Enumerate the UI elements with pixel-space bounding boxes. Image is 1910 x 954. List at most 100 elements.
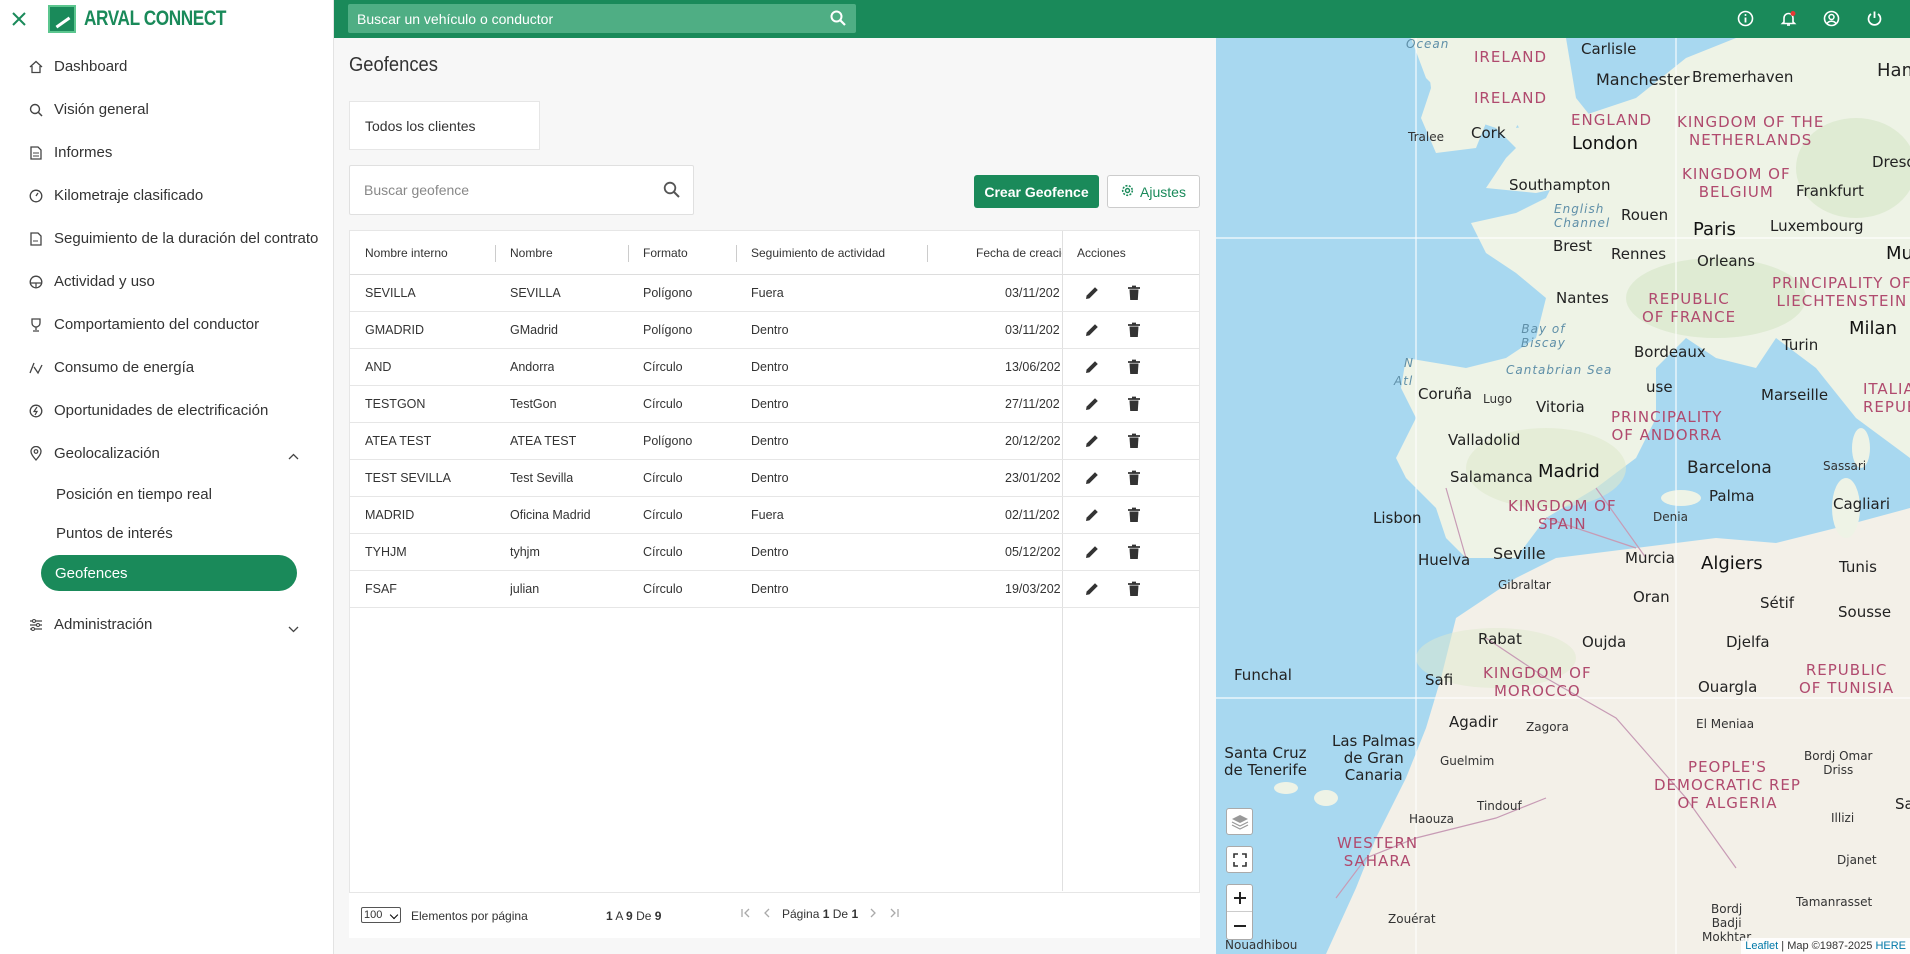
cell-name: Andorra [510,360,555,374]
settings-button[interactable]: Ajustes [1107,175,1200,208]
cell-date: 27/11/202 [1005,397,1060,411]
fullscreen-icon[interactable] [1226,846,1253,873]
edit-icon[interactable] [1083,321,1101,339]
delete-icon[interactable] [1125,395,1143,413]
delete-icon[interactable] [1125,321,1143,339]
column-divider[interactable] [736,245,737,262]
table-row[interactable]: SEVILLA SEVILLA Polígono Fuera 03/11/202 [350,275,1199,312]
table-row[interactable]: FSAF julian Círculo Dentro 19/03/202 [350,571,1199,608]
cell-name: julian [510,582,540,596]
settings-label: Ajustes [1140,183,1186,200]
power-icon[interactable] [1864,8,1884,28]
column-divider[interactable] [628,245,629,262]
map-label: Frankfurt [1796,182,1864,200]
column-header-internal-name[interactable]: Nombre interno [365,231,448,275]
submenu-item-poi[interactable]: Puntos de interés [0,514,333,553]
map-label: PRINCIPALITY OF LIECHTENSTEIN [1772,274,1910,310]
map-label: Las Palmas de Gran Canaria [1332,732,1416,784]
prev-page-icon[interactable] [763,907,770,921]
map-label: Guelmim [1440,754,1495,768]
sidebar-item-behaviour[interactable]: Comportamiento del conductor [0,303,333,346]
map-label: Carlisle [1581,40,1637,58]
map-label: Dresde [1872,153,1910,171]
edit-icon[interactable] [1083,506,1101,524]
sidebar-item-mileage[interactable]: Kilometraje clasificado [0,174,333,217]
info-icon[interactable] [1735,8,1755,28]
leaflet-link[interactable]: Leaflet [1745,940,1778,952]
search-icon[interactable] [663,181,680,201]
map-label: Gibraltar [1498,578,1551,592]
edit-icon[interactable] [1083,469,1101,487]
delete-icon[interactable] [1125,543,1143,561]
zoom-out-icon[interactable] [1233,912,1246,939]
cell-internal-name: TESTGON [365,397,426,411]
map-label: Sa [1895,795,1910,813]
submenu-item-realtime[interactable]: Posición en tiempo real [0,475,333,514]
zoom-in-icon[interactable] [1227,885,1252,912]
sidebar-item-contract[interactable]: Seguimiento de la duración del contrato [0,217,333,260]
table-row[interactable]: ATEA TEST ATEA TEST Polígono Dentro 20/1… [350,423,1199,460]
delete-icon[interactable] [1125,432,1143,450]
sidebar-item-overview[interactable]: Visión general [0,88,333,131]
sidebar-item-activity[interactable]: Actividad y uso [0,260,333,303]
column-header-created[interactable]: Fecha de creació [976,231,1062,275]
sidebar-item-dashboard[interactable]: Dashboard [0,45,333,88]
map-label: Tralee [1408,130,1444,144]
column-divider[interactable] [495,245,496,262]
close-icon[interactable] [10,10,28,28]
map-label: Bordeaux [1634,343,1706,361]
column-header-name[interactable]: Nombre [510,231,553,275]
notification-bell-icon[interactable] [1778,8,1798,28]
brand-logo[interactable]: ARVAL CONNECT [48,5,257,33]
map-label: Santa Cruz de Tenerife [1224,744,1307,779]
edit-icon[interactable] [1083,284,1101,302]
edit-icon[interactable] [1083,580,1101,598]
table-row[interactable]: MADRID Oficina Madrid Círculo Fuera 02/1… [350,497,1199,534]
per-page-label: Elementos por página [411,909,528,923]
last-page-icon[interactable] [889,907,899,921]
next-page-icon[interactable] [870,907,877,921]
table-row[interactable]: TEST SEVILLA Test Sevilla Círculo Dentro… [350,460,1199,497]
delete-icon[interactable] [1125,284,1143,302]
sidebar-item-electrification[interactable]: Oportunidades de electrificación [0,389,333,432]
edit-icon[interactable] [1083,395,1101,413]
table-row[interactable]: AND Andorra Círculo Dentro 13/06/202 [350,349,1199,386]
column-header-tracking[interactable]: Seguimiento de actividad [751,231,885,275]
map-label: Coruña [1418,385,1473,403]
table-row[interactable]: GMADRID GMadrid Polígono Dentro 03/11/20… [350,312,1199,349]
map-view[interactable]: Ocean IRELAND Carlisle Manchester Bremer… [1216,38,1910,954]
edit-icon[interactable] [1083,358,1101,376]
vehicle-search-input[interactable]: Buscar un vehículo o conductor [348,4,856,33]
submenu-item-geofences[interactable]: Geofences [41,555,297,591]
geofence-search-input[interactable]: Buscar geofence [349,165,694,215]
client-selector[interactable]: Todos los clientes [349,101,540,150]
layers-icon[interactable] [1226,808,1253,835]
table-pagination: 100 Elementos por página 1 A 9 De 9 Pági… [349,892,1200,938]
range-sep: A [615,909,623,923]
sidebar-item-geolocation[interactable]: Geolocalización [0,432,333,475]
column-header-format[interactable]: Formato [643,231,688,275]
map-label: REPUBLIC OF TUNISIA [1799,661,1895,697]
sidebar-item-label: Administración [54,616,153,633]
edit-icon[interactable] [1083,432,1101,450]
delete-icon[interactable] [1125,580,1143,598]
here-link[interactable]: HERE [1875,940,1906,952]
sidebar-item-energy[interactable]: Consumo de energía [0,346,333,389]
delete-icon[interactable] [1125,469,1143,487]
column-divider[interactable] [927,245,928,262]
create-geofence-button[interactable]: Crear Geofence [974,175,1099,208]
account-icon[interactable] [1821,8,1841,28]
table-row[interactable]: TYHJM tyhjm Círculo Dentro 05/12/202 [350,534,1199,571]
first-page-icon[interactable] [741,907,751,921]
sidebar-item-administration[interactable]: Administración [0,603,333,646]
delete-icon[interactable] [1125,506,1143,524]
table-row[interactable]: TESTGON TestGon Círculo Dentro 27/11/202 [350,386,1199,423]
cell-format: Círculo [643,397,683,411]
sidebar-item-reports[interactable]: Informes [0,131,333,174]
per-page-select[interactable]: 100 [361,907,401,923]
edit-icon[interactable] [1083,543,1101,561]
delete-icon[interactable] [1125,358,1143,376]
page-indicator: Página 1 De 1 [782,907,858,921]
map-label: PRINCIPALITY OF ANDORRA [1611,408,1723,444]
search-icon[interactable] [830,10,846,29]
